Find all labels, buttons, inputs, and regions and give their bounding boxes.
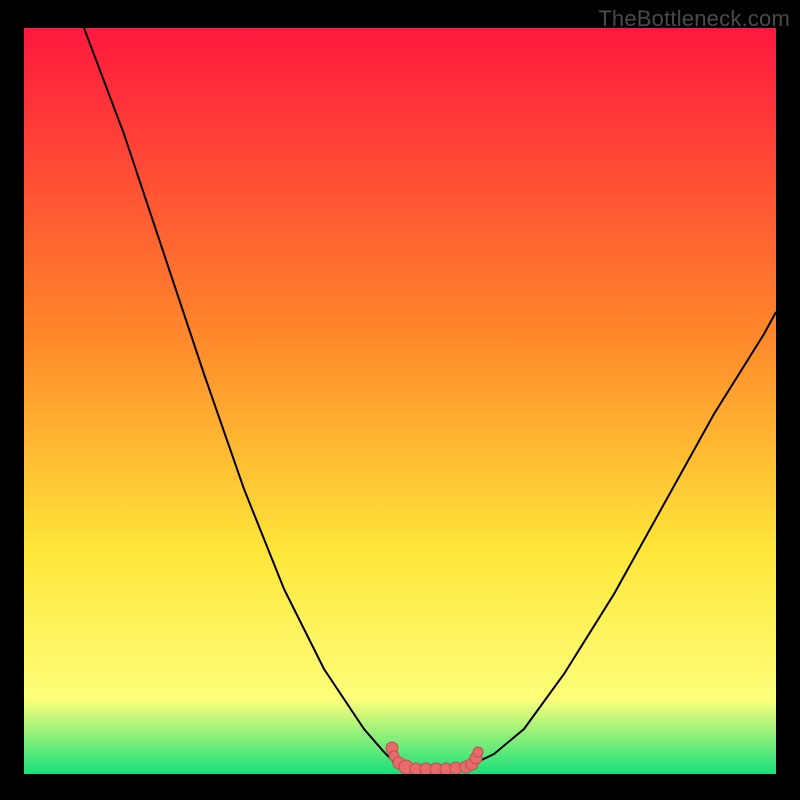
- chart-svg: [24, 28, 776, 774]
- gradient-background: [24, 28, 776, 774]
- marker-dot: [473, 747, 483, 757]
- plot-area: [24, 28, 776, 774]
- chart-frame: TheBottleneck.com: [0, 0, 800, 800]
